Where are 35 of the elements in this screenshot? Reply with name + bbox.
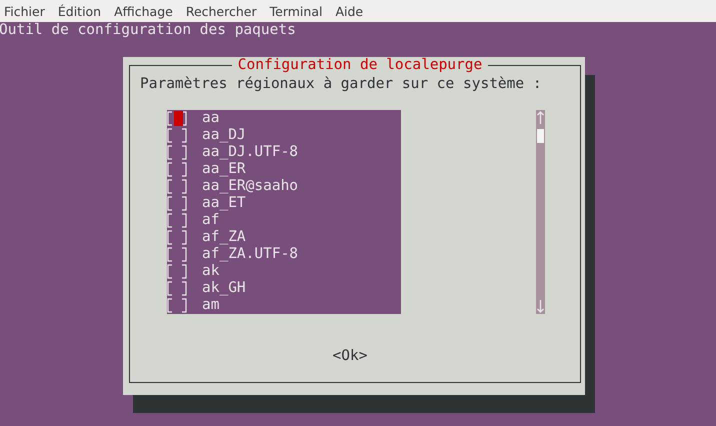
locale-label[interactable]: ak_GH xyxy=(202,280,246,297)
locale-label[interactable]: aa_ER@saaho xyxy=(202,178,298,195)
menu-item[interactable]: Rechercher xyxy=(182,4,263,18)
menu-item[interactable]: Affichage xyxy=(110,4,179,18)
checkbox[interactable] xyxy=(167,247,187,262)
checkbox[interactable] xyxy=(167,179,187,194)
locale-label[interactable]: af_ZA xyxy=(202,229,246,246)
menu-item[interactable]: Édition xyxy=(54,4,108,18)
scroll-bar[interactable] xyxy=(536,110,545,314)
prompt-text: Paramètres régionaux à garder sur ce système : xyxy=(140,76,543,93)
locale-label[interactable]: af_ZA.UTF-8 xyxy=(202,246,298,263)
checkbox[interactable] xyxy=(167,230,187,245)
locale-label[interactable]: ak xyxy=(202,263,220,280)
locale-label[interactable]: aa xyxy=(202,110,220,127)
scroll-thumb[interactable] xyxy=(537,129,544,143)
checkbox[interactable] xyxy=(167,128,187,143)
checkbox[interactable] xyxy=(167,298,187,313)
checkbox[interactable] xyxy=(167,196,187,211)
menu-item[interactable]: Fichier xyxy=(0,4,51,18)
locale-label[interactable]: am xyxy=(202,297,220,314)
checkbox[interactable] xyxy=(167,213,187,228)
locale-label[interactable]: aa_ET xyxy=(202,195,246,212)
checkbox[interactable] xyxy=(167,111,187,126)
ok-button[interactable]: <Ok> xyxy=(332,348,368,365)
menu-item[interactable]: Aide xyxy=(331,4,370,18)
locale-label[interactable]: aa_ER xyxy=(202,161,246,178)
checkbox[interactable] xyxy=(167,264,187,279)
checkbox[interactable] xyxy=(167,281,187,296)
locale-label[interactable]: af xyxy=(202,212,220,229)
checkbox[interactable] xyxy=(167,145,187,160)
locale-label[interactable]: aa_DJ xyxy=(202,127,246,144)
locale-label[interactable]: aa_DJ.UTF-8 xyxy=(202,144,298,161)
header-text: Outil de configuration des paquets xyxy=(0,22,297,39)
menu-item[interactable]: Terminal xyxy=(266,4,328,18)
checkbox[interactable] xyxy=(167,162,187,177)
